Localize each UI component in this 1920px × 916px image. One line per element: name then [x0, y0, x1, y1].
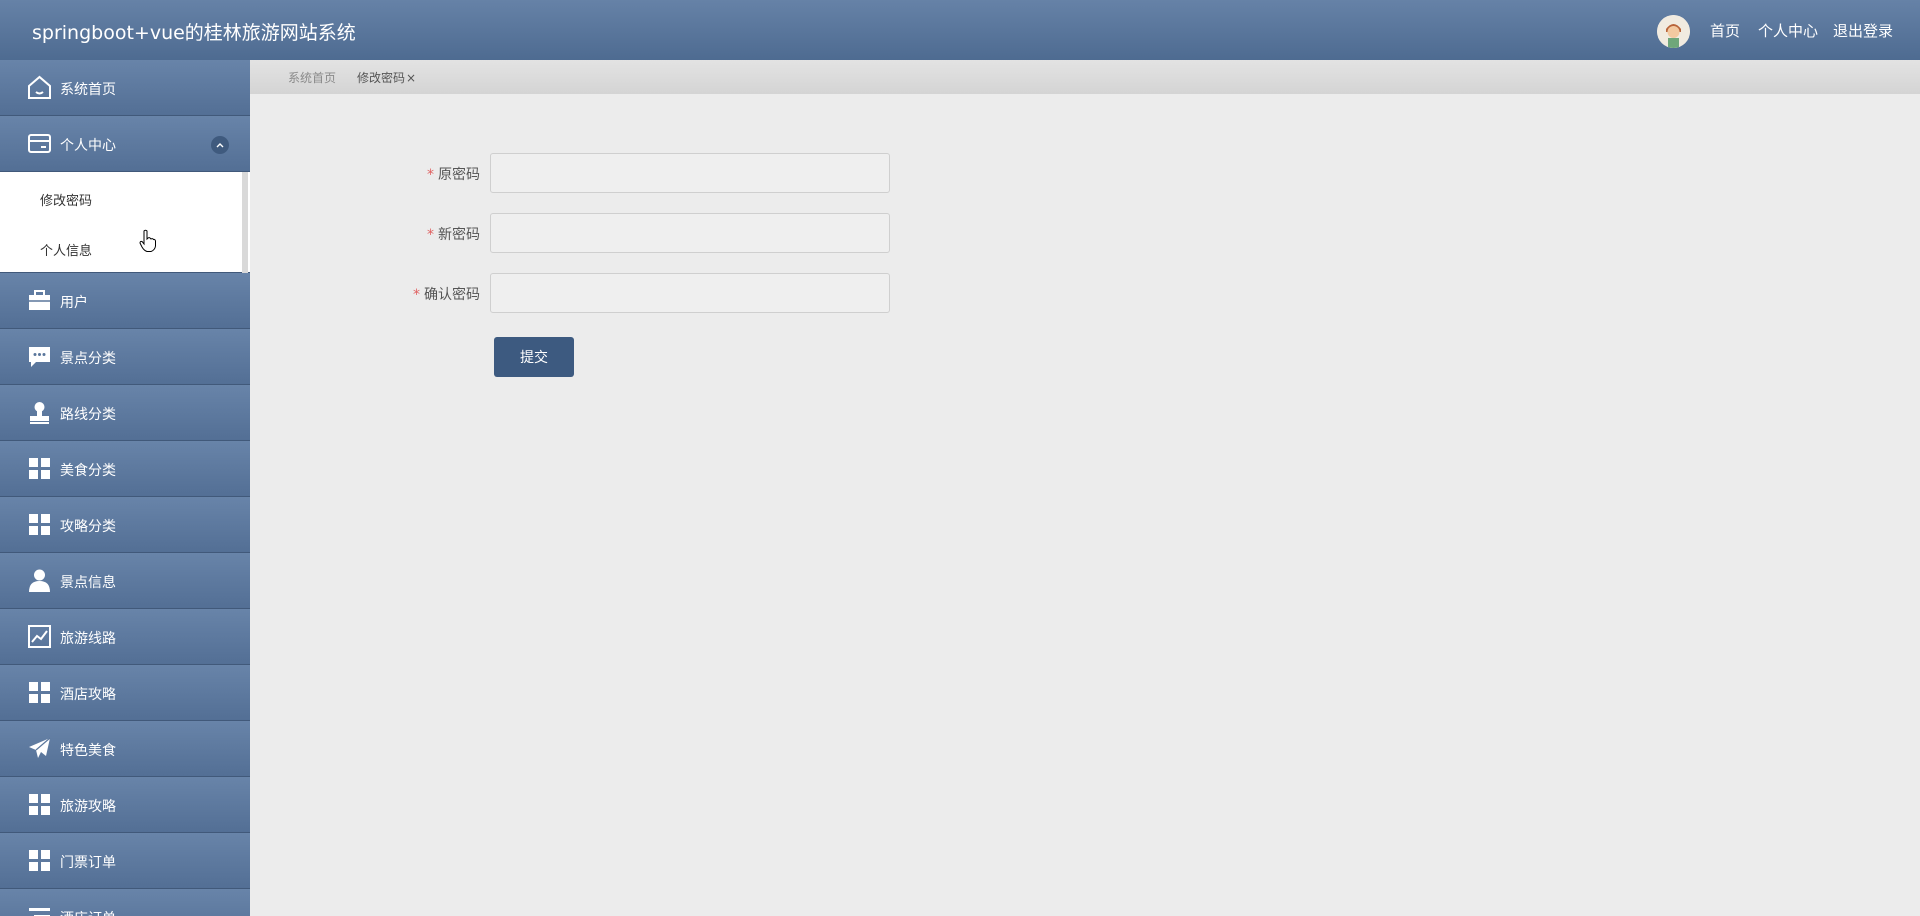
user-icon [29, 569, 50, 592]
sidebar-item-label: 路线分类 [60, 407, 116, 423]
list-icon [29, 908, 50, 916]
label-text: 新密码 [438, 227, 480, 243]
chevron-up-icon[interactable] [211, 136, 229, 154]
sidebar-item-label: 攻略分类 [60, 519, 116, 535]
avatar[interactable] [1657, 15, 1690, 48]
sidebar-item-label: 酒店攻略 [60, 687, 116, 703]
sidebar-item-users[interactable]: 用户 [0, 273, 250, 329]
top-header: springboot+vue的桂林旅游网站系统 首页 个人中心 退出登录 [0, 0, 1920, 60]
sidebar-item-label: 系统首页 [60, 82, 116, 98]
confirm-password-input[interactable] [490, 273, 890, 313]
old-password-input[interactable] [490, 153, 890, 193]
old-password-label: * 原密码 [370, 164, 480, 184]
sidebar-item-route-category[interactable]: 路线分类 [0, 385, 250, 441]
required-mark: * [427, 227, 434, 243]
paper-plane-icon [29, 737, 51, 758]
tab-label: 修改密码 [357, 71, 406, 85]
tab-change-password[interactable]: 修改密码× [357, 69, 416, 86]
nav-home-link[interactable]: 首页 [1710, 20, 1740, 41]
close-icon[interactable]: × [406, 71, 416, 85]
grid-icon [29, 850, 50, 871]
sidebar-item-food-category[interactable]: 美食分类 [0, 441, 250, 497]
new-password-input[interactable] [490, 213, 890, 253]
sidebar-subitem-personal-info[interactable]: 个人信息 [40, 240, 92, 259]
chart-icon [28, 625, 51, 648]
submenu-personal-center: 修改密码 个人信息 [0, 172, 250, 273]
sidebar-item-scenic-info[interactable]: 景点信息 [0, 553, 250, 609]
sidebar-item-label: 旅游攻略 [60, 799, 116, 815]
sidebar-item-label: 酒店订单 [60, 908, 116, 916]
grid-icon [29, 794, 50, 815]
sidebar-item-special-food[interactable]: 特色美食 [0, 721, 250, 777]
sidebar-item-home[interactable]: 系统首页 [0, 60, 250, 116]
grid-icon [29, 514, 50, 535]
sidebar-item-label: 特色美食 [60, 743, 116, 759]
sidebar-item-label: 个人中心 [60, 138, 116, 154]
sidebar-item-travel-routes[interactable]: 旅游线路 [0, 609, 250, 665]
sidebar-item-label: 门票订单 [60, 855, 116, 871]
briefcase-icon [29, 290, 50, 310]
sidebar: 系统首页 个人中心 修改密码 个人信息 用户 景点分类 路线分类 美食分类 攻略… [0, 60, 250, 916]
label-text: 确认密码 [424, 287, 480, 303]
stamp-icon [30, 402, 49, 424]
sidebar-item-label: 用户 [60, 295, 88, 311]
grid-icon [29, 458, 50, 479]
sidebar-item-personal-center[interactable]: 个人中心 [0, 116, 250, 172]
breadcrumb: 系统首页 修改密码× [250, 60, 1920, 94]
sidebar-item-scenic-category[interactable]: 景点分类 [0, 329, 250, 385]
home-icon [28, 75, 51, 99]
nav-logout-link[interactable]: 退出登录 [1833, 20, 1893, 41]
required-mark: * [413, 287, 420, 303]
label-text: 原密码 [438, 167, 480, 183]
hand-cursor-icon [139, 229, 156, 252]
sidebar-subitem-change-password[interactable]: 修改密码 [40, 190, 92, 209]
sidebar-item-hotel-guide[interactable]: 酒店攻略 [0, 665, 250, 721]
grid-icon [29, 682, 50, 703]
tab-home[interactable]: 系统首页 [288, 69, 336, 86]
sidebar-item-label: 美食分类 [60, 463, 116, 479]
sidebar-item-guide-category[interactable]: 攻略分类 [0, 497, 250, 553]
confirm-password-label: * 确认密码 [370, 284, 480, 304]
sidebar-item-travel-guide[interactable]: 旅游攻略 [0, 777, 250, 833]
submenu-scrollbar[interactable] [242, 172, 248, 273]
app-title: springboot+vue的桂林旅游网站系统 [32, 22, 356, 44]
chat-icon [29, 347, 50, 367]
required-mark: * [427, 167, 434, 183]
card-icon [28, 134, 51, 153]
sidebar-item-label: 旅游线路 [60, 631, 116, 647]
sidebar-item-ticket-orders[interactable]: 门票订单 [0, 833, 250, 889]
sidebar-item-label: 景点分类 [60, 351, 116, 367]
submit-button[interactable]: 提交 [494, 337, 574, 377]
nav-profile-link[interactable]: 个人中心 [1758, 20, 1818, 41]
sidebar-item-label: 景点信息 [60, 575, 116, 591]
sidebar-item-hotel-orders[interactable]: 酒店订单 [0, 889, 250, 916]
new-password-label: * 新密码 [370, 224, 480, 244]
